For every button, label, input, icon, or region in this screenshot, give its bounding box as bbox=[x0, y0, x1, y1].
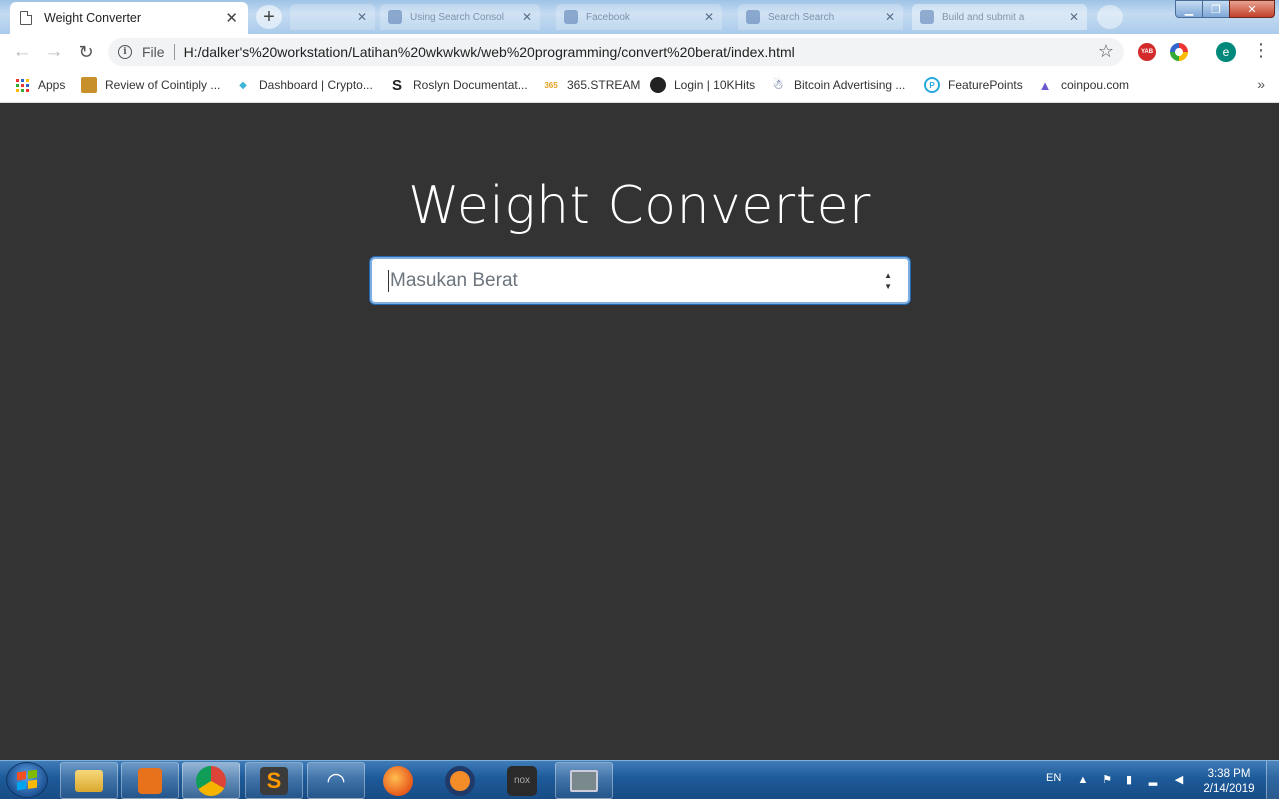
close-tab-icon[interactable]: ✕ bbox=[704, 10, 714, 24]
number-spinner[interactable]: ▲ ▼ bbox=[884, 270, 892, 292]
media-player-icon bbox=[138, 767, 162, 794]
coinpou-icon: ▲ bbox=[1038, 77, 1052, 93]
bookmark-roslyn[interactable]: S Roslyn Documentat... bbox=[389, 76, 528, 94]
taskbar-openvpn[interactable] bbox=[431, 762, 489, 799]
tab-favicon bbox=[746, 10, 760, 24]
bookmark-featurepoints[interactable]: P FeaturePoints bbox=[924, 77, 1023, 93]
volume-icon[interactable]: ◀ bbox=[1172, 773, 1186, 787]
background-tab[interactable]: Search Search ✕ bbox=[738, 4, 903, 30]
weight-input-placeholder: Masukan Berat bbox=[390, 269, 518, 291]
bookmark-cointiply[interactable]: Review of Cointiply ... bbox=[81, 77, 220, 93]
clock[interactable]: 3:38 PM 2/14/2019 bbox=[1198, 767, 1260, 797]
bookmark-bitcoin-advertising[interactable]: ☃ Bitcoin Advertising ... bbox=[770, 77, 905, 93]
close-tab-icon[interactable]: ✕ bbox=[225, 9, 238, 27]
taskbar-sublime-text[interactable]: S bbox=[245, 762, 303, 799]
clock-date: 2/14/2019 bbox=[1203, 783, 1255, 795]
forward-button[interactable]: → bbox=[38, 36, 70, 68]
language-indicator[interactable]: EN bbox=[1046, 772, 1061, 784]
background-tab[interactable]: ✕ bbox=[290, 4, 375, 30]
background-tab[interactable]: Facebook ✕ bbox=[556, 4, 722, 30]
bookmarks-bar: Apps Review of Cointiply ... ◆ Dashboard… bbox=[0, 70, 1279, 103]
reload-button[interactable]: ↻ bbox=[70, 36, 102, 68]
url-text[interactable]: H:/dalker's%20workstation/Latihan%20wkwk… bbox=[184, 44, 795, 60]
bookmark-10khits[interactable]: Login | 10KHits bbox=[650, 77, 755, 93]
more-menu-icon[interactable]: ⋮ bbox=[1252, 41, 1270, 59]
tab-weight-converter[interactable]: Weight Converter ✕ bbox=[10, 2, 248, 34]
taskbar-nox[interactable]: nox bbox=[493, 762, 551, 799]
show-desktop-button[interactable] bbox=[1266, 761, 1279, 799]
start-button[interactable] bbox=[6, 762, 48, 798]
sublime-text-icon: S bbox=[260, 766, 288, 795]
background-tab[interactable]: Build and submit a ✕ bbox=[912, 4, 1087, 30]
spinner-up-icon[interactable]: ▲ bbox=[884, 270, 892, 281]
nox-icon: nox bbox=[507, 765, 537, 796]
spinner-down-icon[interactable]: ▼ bbox=[884, 281, 892, 292]
bookmark-coinpou[interactable]: ▲ coinpou.com bbox=[1037, 77, 1129, 93]
wifi-icon: ◠ bbox=[326, 767, 346, 793]
address-bar[interactable]: i File H:/dalker's%20workstation/Latihan… bbox=[108, 38, 1124, 66]
roslyn-icon: S bbox=[391, 76, 402, 94]
close-tab-icon[interactable]: ✕ bbox=[357, 10, 367, 24]
document-icon bbox=[20, 11, 32, 25]
chrome-icon bbox=[196, 765, 226, 796]
close-window-button[interactable]: ✕ bbox=[1229, 0, 1275, 18]
yab-extension-icon[interactable]: YAB bbox=[1138, 43, 1156, 61]
bookmark-apps[interactable]: Apps bbox=[14, 77, 65, 93]
taskbar-file-explorer[interactable] bbox=[60, 762, 118, 799]
taskbar: S ◠ nox EN ▲ ⚑ ▮ ▂ ◀ 3:38 PM 2/14/2019 bbox=[0, 760, 1279, 799]
extension-icon[interactable] bbox=[1170, 43, 1188, 61]
close-tab-icon[interactable]: ✕ bbox=[885, 10, 895, 24]
bitcoin-advertising-icon: ☃ bbox=[772, 77, 784, 92]
page-title: Weight Converter bbox=[408, 176, 871, 236]
taskbar-media-player[interactable] bbox=[121, 762, 179, 799]
network-icon[interactable]: ▂ bbox=[1146, 773, 1160, 787]
bookmark-365-stream[interactable]: 365 365.STREAM bbox=[543, 77, 640, 93]
tab-title: Weight Converter bbox=[44, 11, 142, 25]
close-tab-icon[interactable]: ✕ bbox=[1069, 10, 1079, 24]
tab-strip: Weight Converter ✕ + ✕ Using Search Cons… bbox=[0, 0, 1279, 34]
apps-grid-icon bbox=[14, 77, 30, 93]
tab-favicon bbox=[920, 10, 934, 24]
taskbar-chrome[interactable] bbox=[182, 762, 240, 799]
close-tab-icon[interactable]: ✕ bbox=[522, 10, 532, 24]
more-bookmarks-icon[interactable]: » bbox=[1257, 76, 1265, 92]
365-icon: 365 bbox=[544, 80, 558, 90]
back-button[interactable]: ← bbox=[6, 36, 38, 68]
url-separator bbox=[173, 44, 175, 60]
page-content: Weight Converter Masukan Berat ▲ ▼ bbox=[0, 104, 1279, 760]
profile-avatar[interactable]: e bbox=[1216, 42, 1236, 62]
restore-button[interactable]: ❐ bbox=[1202, 0, 1230, 18]
featurepoints-icon: P bbox=[924, 77, 940, 93]
url-scheme: File bbox=[142, 44, 165, 60]
new-tab-button[interactable]: + bbox=[256, 5, 282, 29]
info-icon[interactable]: i bbox=[118, 45, 132, 59]
10khits-icon bbox=[650, 77, 666, 93]
tab-favicon bbox=[388, 10, 402, 24]
text-caret bbox=[388, 269, 389, 292]
show-hidden-icons-icon[interactable]: ▲ bbox=[1076, 773, 1090, 787]
weight-input[interactable]: Masukan Berat ▲ ▼ bbox=[370, 257, 910, 304]
diamond-icon: ◆ bbox=[239, 79, 247, 91]
sync-icon[interactable] bbox=[1097, 5, 1123, 29]
folder-icon bbox=[75, 769, 103, 792]
monitor-icon bbox=[570, 769, 598, 792]
firefox-icon bbox=[383, 765, 413, 796]
browser-toolbar: ← → ↻ i File H:/dalker's%20workstation/L… bbox=[0, 34, 1279, 70]
minimize-button[interactable]: ▁ bbox=[1175, 0, 1203, 18]
taskbar-wifi-app[interactable]: ◠ bbox=[307, 762, 365, 799]
clock-time: 3:38 PM bbox=[1207, 768, 1251, 780]
taskbar-task-manager[interactable] bbox=[555, 762, 613, 799]
openvpn-icon bbox=[445, 765, 475, 796]
windows-logo-icon bbox=[17, 769, 37, 791]
bookmark-dashboard[interactable]: ◆ Dashboard | Crypto... bbox=[235, 77, 373, 93]
battery-icon[interactable]: ▮ bbox=[1122, 773, 1136, 787]
background-tab[interactable]: Using Search Consol ✕ bbox=[380, 4, 540, 30]
window-controls: ▁ ❐ ✕ bbox=[1175, 0, 1275, 18]
taskbar-firefox[interactable] bbox=[369, 762, 427, 799]
cointiply-icon bbox=[81, 77, 97, 93]
facebook-icon bbox=[564, 10, 578, 24]
action-center-flag-icon[interactable]: ⚑ bbox=[1100, 773, 1114, 787]
bookmark-star-icon[interactable]: ☆ bbox=[1098, 41, 1114, 62]
